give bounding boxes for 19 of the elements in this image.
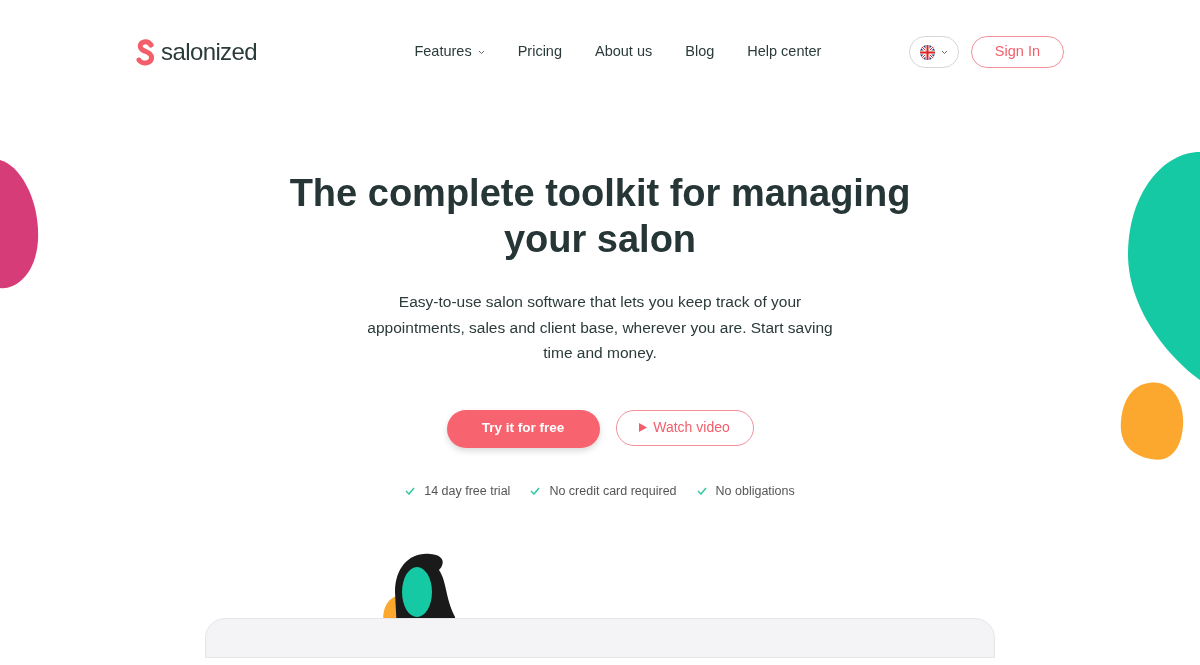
nav-link[interactable]: Help center — [747, 41, 822, 63]
hero-subtitle: Easy-to-use salon software that lets you keep track of your appointments, sales and client base, wherever you are. Start saving time and money. — [366, 292, 834, 363]
chevron-down-icon — [940, 49, 948, 55]
logo-text: salonized — [161, 37, 257, 67]
nav-link[interactable]: Blog — [685, 41, 715, 63]
check-icon — [405, 486, 416, 495]
nav-link[interactable]: Features — [414, 41, 485, 63]
perk-text: No credit card required — [549, 482, 677, 500]
perk-text: 14 day free trial — [424, 482, 511, 500]
check-icon — [530, 486, 541, 495]
chevron-down-icon — [477, 49, 485, 55]
flag-icon — [919, 44, 935, 60]
nav-link[interactable]: Pricing — [517, 41, 562, 63]
nav-link[interactable]: About us — [595, 41, 653, 63]
check-icon — [696, 486, 707, 495]
logo-icon — [136, 38, 155, 66]
perk-text: No obligations — [715, 482, 795, 500]
hero-title: The complete toolkit for managing your salon — [288, 171, 912, 262]
play-icon — [639, 423, 648, 432]
